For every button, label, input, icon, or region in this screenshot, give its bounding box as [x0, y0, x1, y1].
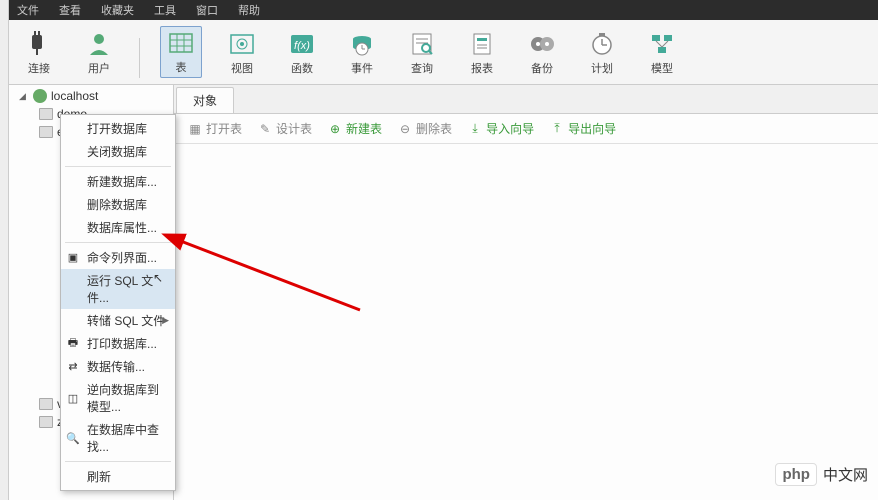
- tb-backup[interactable]: 备份: [522, 28, 562, 78]
- tb-table[interactable]: 表: [160, 26, 202, 78]
- cm-delete-db[interactable]: 删除数据库: [61, 193, 175, 216]
- tb-model[interactable]: 模型: [642, 28, 682, 78]
- export-icon: ⤒: [550, 122, 564, 136]
- tb-view-label: 视图: [231, 60, 253, 76]
- query-icon: [408, 30, 436, 58]
- tree-host[interactable]: ◢ localhost: [9, 87, 173, 105]
- cm-new-db[interactable]: 新建数据库...: [61, 170, 175, 193]
- host-icon: [33, 89, 47, 103]
- plus-icon: ⊕: [328, 122, 342, 136]
- cm-data-transfer[interactable]: ⇄数据传输...: [61, 355, 175, 378]
- model-icon: [648, 30, 676, 58]
- new-table-button[interactable]: ⊕新建表: [328, 120, 382, 137]
- tb-table-label: 表: [176, 59, 187, 75]
- transfer-icon: ⇄: [65, 359, 81, 375]
- cm-command-line[interactable]: ▣命令列界面...: [61, 246, 175, 269]
- main-toolbar: 连接 用户 表 视图 f(x) 函数 事件 查询 报表: [9, 20, 878, 85]
- tree-host-label: localhost: [51, 89, 98, 103]
- tb-function-label: 函数: [291, 60, 313, 76]
- search-icon: 🔍: [65, 430, 81, 446]
- open-table-button[interactable]: ▦打开表: [188, 120, 242, 137]
- chevron-right-icon: ▶: [162, 315, 169, 326]
- tab-objects[interactable]: 对象: [176, 87, 234, 113]
- toolbar-separator: [139, 38, 140, 78]
- menu-tools[interactable]: 工具: [154, 2, 176, 18]
- terminal-icon: ▣: [65, 250, 81, 266]
- cm-find-in-db[interactable]: 🔍在数据库中查找...: [61, 418, 175, 458]
- cm-separator: [65, 166, 171, 167]
- schedule-icon: [588, 30, 616, 58]
- object-tabs: 对象: [174, 85, 878, 114]
- tb-backup-label: 备份: [531, 60, 553, 76]
- export-wizard-button[interactable]: ⤒导出向导: [550, 120, 616, 137]
- cursor-icon: ↖: [153, 271, 163, 285]
- tb-event-label: 事件: [351, 60, 373, 76]
- model-icon: ◫: [65, 390, 81, 406]
- menu-window[interactable]: 窗口: [196, 2, 218, 18]
- design-icon: ✎: [258, 122, 272, 136]
- cm-open-db[interactable]: 打开数据库: [61, 117, 175, 140]
- svg-text:f(x): f(x): [294, 40, 310, 52]
- tb-user-label: 用户: [88, 60, 110, 76]
- menubar: 文件 查看 收藏夹 工具 窗口 帮助: [9, 0, 878, 20]
- watermark-badge: php: [775, 463, 817, 486]
- cm-run-sql-file[interactable]: 运行 SQL 文件...↖: [61, 269, 175, 309]
- tb-schedule-label: 计划: [591, 60, 613, 76]
- print-icon: 🖶: [65, 336, 81, 352]
- design-table-button[interactable]: ✎设计表: [258, 120, 312, 137]
- import-icon: ⤓: [468, 122, 482, 136]
- watermark: php 中文网: [775, 463, 868, 486]
- tb-connect[interactable]: 连接: [19, 28, 59, 78]
- database-icon: [39, 398, 53, 410]
- tb-view[interactable]: 视图: [222, 28, 262, 78]
- database-icon: [39, 108, 53, 120]
- view-icon: [228, 30, 256, 58]
- database-icon: [39, 126, 53, 138]
- database-context-menu: 打开数据库 关闭数据库 新建数据库... 删除数据库 数据库属性... ▣命令列…: [60, 114, 176, 491]
- database-icon: [39, 416, 53, 428]
- watermark-text: 中文网: [823, 464, 868, 485]
- menu-help[interactable]: 帮助: [238, 2, 260, 18]
- cm-refresh[interactable]: 刷新: [61, 465, 175, 488]
- cm-separator: [65, 461, 171, 462]
- minus-icon: ⊖: [398, 122, 412, 136]
- report-icon: [468, 30, 496, 58]
- tb-user[interactable]: 用户: [79, 28, 119, 78]
- tb-connect-label: 连接: [28, 60, 50, 76]
- collapse-icon[interactable]: ◢: [19, 91, 29, 102]
- user-icon: [85, 30, 113, 58]
- import-wizard-button[interactable]: ⤓导入向导: [468, 120, 534, 137]
- open-icon: ▦: [188, 122, 202, 136]
- tb-report[interactable]: 报表: [462, 28, 502, 78]
- menu-favorites[interactable]: 收藏夹: [101, 2, 134, 18]
- backup-icon: [528, 30, 556, 58]
- cm-close-db[interactable]: 关闭数据库: [61, 140, 175, 163]
- plug-icon: [25, 30, 53, 58]
- cm-reverse-db[interactable]: ◫逆向数据库到模型...: [61, 378, 175, 418]
- menu-view[interactable]: 查看: [59, 2, 81, 18]
- tb-query-label: 查询: [411, 60, 433, 76]
- delete-table-button[interactable]: ⊖删除表: [398, 120, 452, 137]
- cm-print-db[interactable]: 🖶打印数据库...: [61, 332, 175, 355]
- cm-dump-sql-file[interactable]: 转储 SQL 文件▶: [61, 309, 175, 332]
- menu-file[interactable]: 文件: [17, 2, 39, 18]
- fx-icon: f(x): [288, 30, 316, 58]
- cm-db-properties[interactable]: 数据库属性...: [61, 216, 175, 239]
- tb-function[interactable]: f(x) 函数: [282, 28, 322, 78]
- table-icon: [167, 29, 195, 57]
- event-icon: [348, 30, 376, 58]
- object-toolbar: ▦打开表 ✎设计表 ⊕新建表 ⊖删除表 ⤓导入向导 ⤒导出向导: [174, 114, 878, 144]
- tb-query[interactable]: 查询: [402, 28, 442, 78]
- tb-schedule[interactable]: 计划: [582, 28, 622, 78]
- cm-separator: [65, 242, 171, 243]
- tb-model-label: 模型: [651, 60, 673, 76]
- tb-report-label: 报表: [471, 60, 493, 76]
- tb-event[interactable]: 事件: [342, 28, 382, 78]
